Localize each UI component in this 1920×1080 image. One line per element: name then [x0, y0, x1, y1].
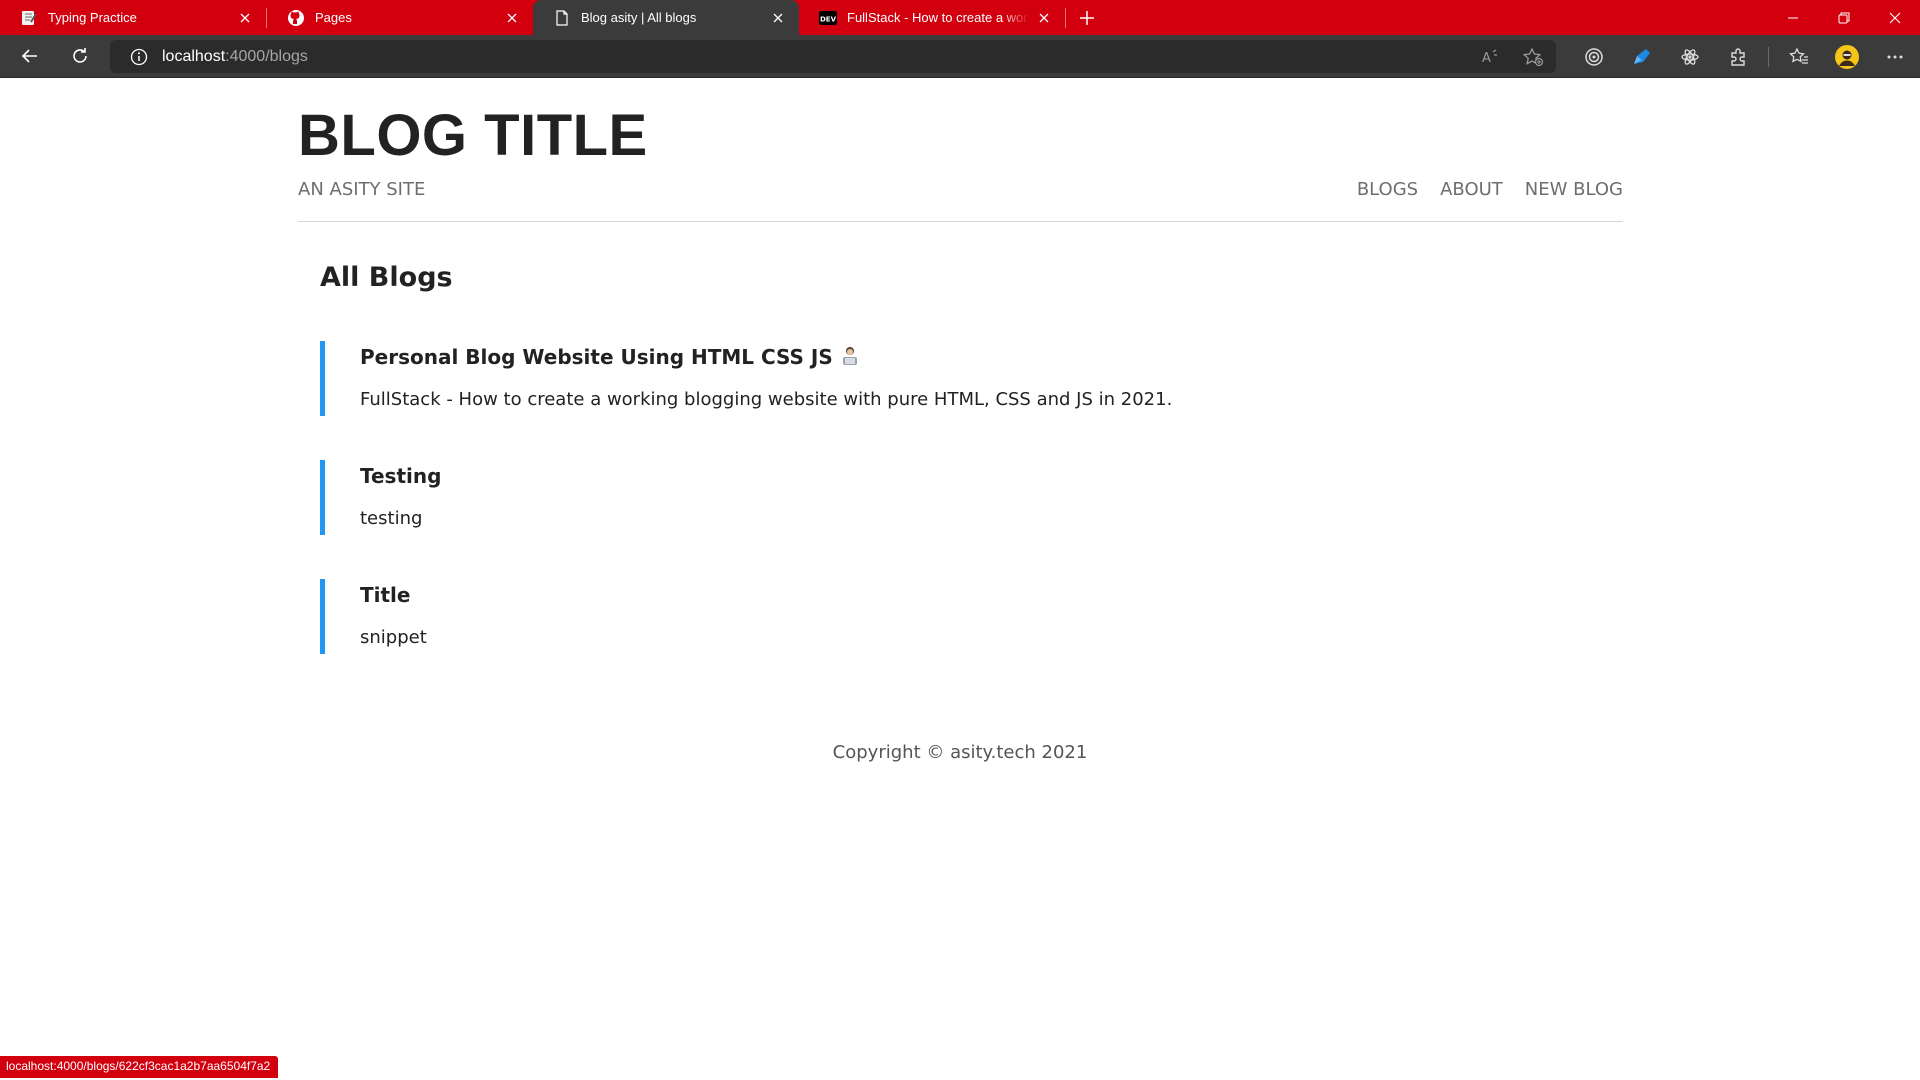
- nav-link-new-blog[interactable]: NEW BLOG: [1525, 179, 1623, 200]
- blog-list-item[interactable]: Personal Blog Website Using HTML CSS JS …: [320, 341, 1620, 416]
- settings-menu-button[interactable]: [1871, 35, 1919, 78]
- pen-icon: [1634, 48, 1650, 64]
- site-title[interactable]: BLOG TITLE: [298, 102, 648, 170]
- page-icon: [553, 9, 571, 27]
- extensions-button[interactable]: [1714, 35, 1762, 78]
- blog-list-item[interactable]: Testing testing: [320, 460, 1620, 535]
- target-icon: [1585, 47, 1603, 66]
- more-icon: [1887, 55, 1903, 58]
- github-icon: [287, 9, 305, 27]
- browser-toolbar: localhost:4000/blogs A: [0, 35, 1920, 78]
- site-nav: BLOGS ABOUT NEW BLOG: [1357, 179, 1623, 200]
- dev-icon: DEV: [819, 9, 837, 27]
- blog-title[interactable]: Personal Blog Website Using HTML CSS JS: [360, 345, 859, 369]
- window-controls: [1767, 0, 1920, 35]
- back-button[interactable]: [10, 38, 50, 74]
- arrow-left-icon: [21, 49, 37, 63]
- close-icon: [1889, 12, 1900, 23]
- nav-link-about[interactable]: ABOUT: [1440, 179, 1503, 200]
- footer-copyright: Copyright © asity.tech 2021: [832, 742, 1088, 763]
- site-subtitle: AN ASITY SITE: [298, 179, 426, 200]
- url-host: localhost: [162, 47, 226, 65]
- dev-icon-label: DEV: [820, 15, 837, 23]
- close-icon[interactable]: [503, 9, 521, 27]
- restore-button[interactable]: [1818, 0, 1869, 35]
- tracking-extension-button[interactable]: [1570, 35, 1618, 78]
- blog-title-text: Personal Blog Website Using HTML CSS JS: [360, 345, 833, 369]
- close-icon[interactable]: [236, 9, 254, 27]
- browser-tab-typing-practice[interactable]: Typing Practice: [0, 0, 266, 35]
- url-path: :4000/blogs: [225, 47, 308, 65]
- nav-link-blogs[interactable]: BLOGS: [1357, 179, 1418, 200]
- plus-icon: [1080, 10, 1094, 25]
- address-bar[interactable]: localhost:4000/blogs A: [110, 40, 1556, 73]
- blog-snippet: testing: [360, 508, 423, 529]
- address-bar-actions: A: [1480, 40, 1544, 73]
- close-window-button[interactable]: [1869, 0, 1920, 35]
- close-icon[interactable]: [769, 9, 787, 27]
- favorites-list-icon: [1789, 46, 1808, 64]
- blog-list: Personal Blog Website Using HTML CSS JS …: [320, 341, 1620, 698]
- svg-text:A: A: [1482, 51, 1491, 66]
- extension-icons: [1570, 35, 1919, 78]
- restore-icon: [1838, 12, 1849, 23]
- new-tab-button[interactable]: [1070, 0, 1104, 35]
- pen-extension-button[interactable]: [1618, 35, 1666, 78]
- read-aloud-icon[interactable]: A: [1480, 47, 1500, 67]
- avatar: [1835, 44, 1859, 69]
- web-page: BLOG TITLE AN ASITY SITE BLOGS ABOUT NEW…: [0, 78, 1920, 1080]
- blog-title[interactable]: Testing: [360, 464, 441, 488]
- site-header: BLOG TITLE AN ASITY SITE BLOGS ABOUT NEW…: [298, 102, 1623, 222]
- tab-title: Pages: [315, 10, 352, 25]
- blog-list-item[interactable]: Title snippet: [320, 579, 1620, 654]
- tab-title: Typing Practice: [48, 10, 137, 25]
- minimize-icon: [1787, 17, 1798, 18]
- notebook-icon: [20, 9, 38, 27]
- atom-icon: [1681, 48, 1699, 65]
- close-icon[interactable]: [1035, 9, 1053, 27]
- technologist-emoji-icon: [842, 347, 857, 365]
- blog-snippet: snippet: [360, 627, 427, 648]
- react-devtools-button[interactable]: [1666, 35, 1714, 78]
- reload-icon: [73, 48, 87, 63]
- profile-button[interactable]: [1823, 35, 1871, 78]
- page-heading: All Blogs: [320, 262, 453, 293]
- tab-title: FullStack - How to create a working blog…: [847, 10, 1029, 25]
- puzzle-icon: [1731, 47, 1745, 66]
- status-bar-url: localhost:4000/blogs/622cf3cac1a2b7aa650…: [0, 1056, 279, 1078]
- add-favorite-icon[interactable]: [1522, 46, 1544, 67]
- tab-divider: [1065, 7, 1066, 28]
- minimize-button[interactable]: [1767, 0, 1818, 35]
- browser-tab-blog-asity[interactable]: Blog asity | All blogs: [533, 0, 799, 35]
- info-icon[interactable]: [130, 48, 148, 66]
- url-text[interactable]: localhost:4000/blogs: [162, 48, 308, 66]
- browser-tab-fullstack[interactable]: DEV FullStack - How to create a working …: [799, 0, 1065, 35]
- favorites-button[interactable]: [1775, 35, 1823, 78]
- browser-tab-pages[interactable]: Pages: [267, 0, 533, 35]
- browser-tab-strip: Typing Practice Pages Blog asity | All b…: [0, 0, 1920, 35]
- tab-title: Blog asity | All blogs: [581, 10, 697, 25]
- toolbar-divider: [1768, 46, 1769, 67]
- reload-button[interactable]: [60, 38, 100, 74]
- blog-snippet: FullStack - How to create a working blog…: [360, 389, 1173, 410]
- blog-title[interactable]: Title: [360, 583, 410, 607]
